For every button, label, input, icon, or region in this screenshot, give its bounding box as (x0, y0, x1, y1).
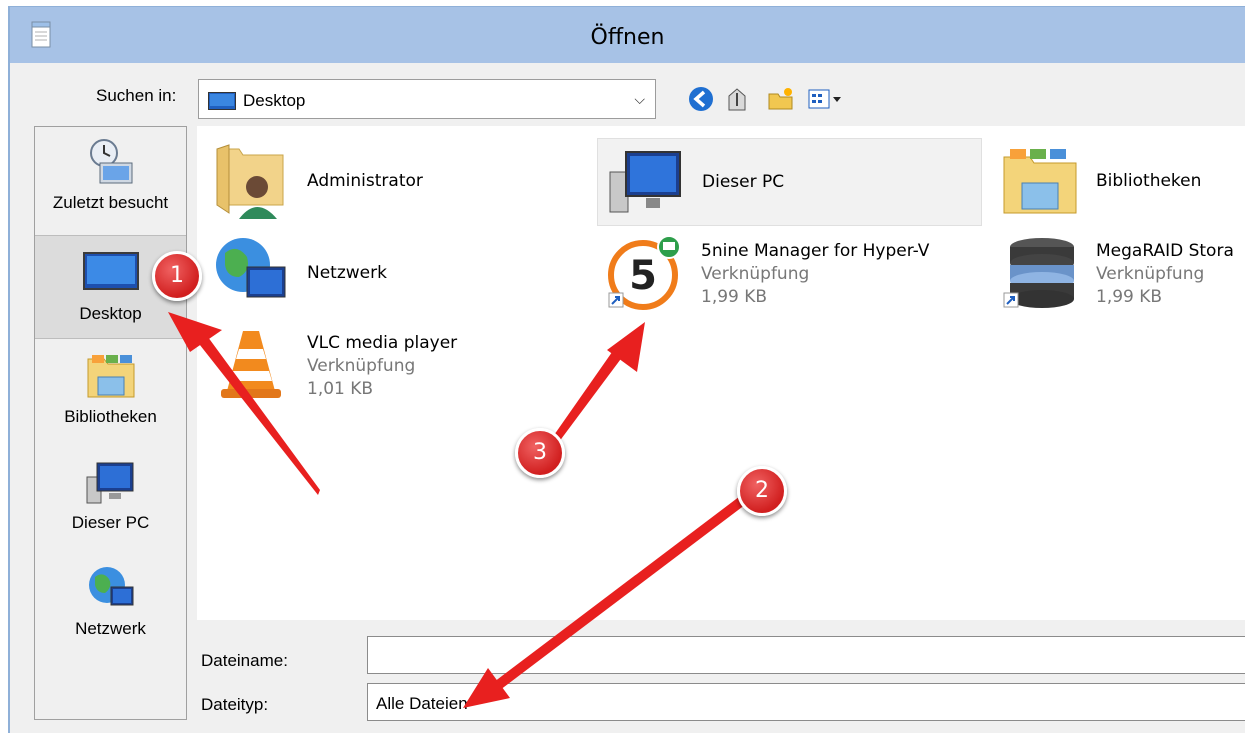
places-bar: Zuletzt besucht Desktop Bibliotheken Die… (34, 126, 187, 720)
file-size: 1,99 KB (1096, 287, 1163, 307)
filename-field[interactable] (367, 636, 1245, 674)
file-size: 1,01 KB (307, 379, 374, 399)
computer-icon (609, 151, 681, 213)
network-icon (88, 567, 133, 606)
file-item-network[interactable]: Netzwerk (203, 230, 588, 318)
file-item-5nine-manager[interactable]: 5 5nine Manager for Hyper-V Verknüpfung … (597, 230, 982, 318)
file-name: Dieser PC (702, 172, 785, 192)
up-folder-icon[interactable] (723, 84, 753, 114)
computer-icon (86, 462, 133, 504)
vlc-cone-icon (221, 331, 281, 398)
place-label: Dieser PC (71, 513, 150, 532)
place-network[interactable]: Netzwerk (35, 563, 186, 653)
user-folder-icon (216, 144, 284, 219)
file-name: Netzwerk (307, 263, 387, 283)
window-title: Öffnen (590, 25, 665, 50)
place-label: Desktop (79, 304, 142, 323)
new-folder-icon[interactable] (766, 84, 796, 114)
filetype-label: Dateityp: (201, 695, 269, 714)
megaraid-shortcut-icon (1003, 238, 1074, 308)
badge-2: 2 (737, 466, 787, 516)
lookin-value: Desktop (243, 91, 306, 110)
place-libraries[interactable]: Bibliotheken (35, 351, 186, 441)
file-text: VLC media player Verknüpfung 1,01 KB (307, 332, 457, 401)
place-recent[interactable]: Zuletzt besucht (35, 137, 186, 227)
file-type: Verknüpfung (307, 356, 416, 376)
file-text: MegaRAID Stora Verknüpfung 1,99 KB (1096, 240, 1234, 309)
open-dialog: Öffnen Suchen in: Desktop ⌵ Zuletzt besu… (8, 6, 1245, 733)
svg-text:5: 5 (629, 253, 657, 299)
file-item-libraries[interactable]: Bibliotheken (992, 138, 1245, 226)
lookin-dropdown[interactable]: Desktop ⌵ (198, 79, 656, 119)
filetype-dropdown[interactable]: Alle Dateien (367, 683, 1245, 721)
file-type: Verknüpfung (701, 264, 810, 284)
back-icon[interactable] (686, 84, 716, 114)
libraries-icon (87, 355, 134, 398)
lookin-label: Suchen in: (96, 86, 177, 105)
file-name: Administrator (307, 171, 423, 191)
place-this-pc[interactable]: Dieser PC (35, 457, 186, 547)
filename-label: Dateiname: (201, 651, 288, 670)
file-name: VLC media player (307, 333, 458, 353)
view-menu-icon[interactable] (806, 84, 846, 114)
badge-3: 3 (515, 428, 565, 478)
network-icon (216, 238, 286, 298)
file-item-vlc[interactable]: VLC media player Verknüpfung 1,01 KB (203, 322, 588, 410)
file-item-administrator[interactable]: Administrator (203, 138, 588, 226)
chevron-down-icon: ⌵ (634, 91, 645, 107)
file-name: Bibliotheken (1096, 171, 1202, 191)
recent-places-icon (89, 139, 132, 184)
file-item-megaraid[interactable]: MegaRAID Stora Verknüpfung 1,99 KB (992, 230, 1245, 318)
desktop-icon (82, 252, 139, 290)
file-list: Administrator Dieser PC Bibliotheken Net… (197, 126, 1245, 620)
title-bar[interactable]: Öffnen (10, 7, 1245, 63)
file-type: Verknüpfung (1096, 264, 1205, 284)
place-label: Bibliotheken (64, 407, 157, 426)
file-item-this-pc[interactable]: Dieser PC (597, 138, 982, 226)
file-name: MegaRAID Stora (1096, 241, 1234, 261)
desktop-icon (208, 92, 236, 110)
filetype-value: Alle Dateien (376, 694, 468, 713)
place-label: Zuletzt besucht (52, 193, 169, 212)
file-size: 1,99 KB (701, 287, 768, 307)
file-text: 5nine Manager for Hyper-V Verknüpfung 1,… (701, 240, 929, 309)
place-label: Netzwerk (75, 619, 146, 638)
5nine-manager-shortcut-icon: 5 (608, 235, 681, 310)
file-name: 5nine Manager for Hyper-V (701, 241, 930, 261)
libraries-icon (1003, 149, 1077, 214)
badge-1: 1 (152, 251, 202, 301)
